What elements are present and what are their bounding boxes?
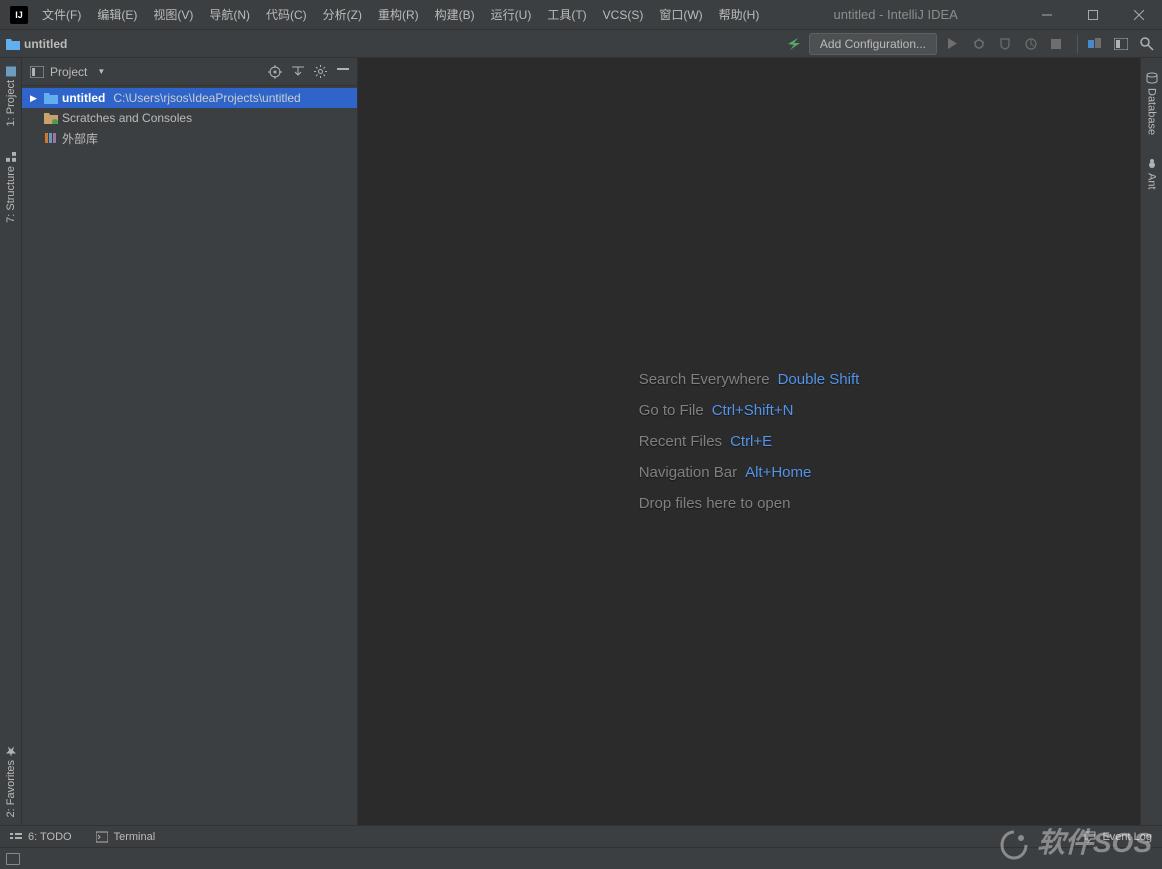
hint-recent-files: Recent FilesCtrl+E (639, 433, 860, 450)
status-bar (0, 847, 1162, 869)
app-icon: IJ (10, 6, 28, 24)
coverage-icon[interactable] (999, 38, 1015, 50)
ide-settings-icon[interactable] (1114, 38, 1130, 50)
menu-bar: 文件(F) 编辑(E) 视图(V) 导航(N) 代码(C) 分析(Z) 重构(R… (34, 0, 767, 30)
chevron-down-icon: ▼ (97, 67, 105, 76)
menu-build[interactable]: 构建(B) (427, 0, 483, 30)
right-tool-strip: Database Ant (1140, 58, 1162, 825)
collapse-all-icon[interactable] (292, 65, 304, 79)
separator (1077, 35, 1078, 53)
search-icon[interactable] (1140, 37, 1156, 51)
database-icon (1146, 72, 1158, 84)
tree-root[interactable]: ▶ untitled C:\Users\rjsos\IdeaProjects\u… (22, 88, 357, 108)
menu-run[interactable]: 运行(U) (483, 0, 540, 30)
project-tree: ▶ untitled C:\Users\rjsos\IdeaProjects\u… (22, 86, 357, 150)
tree-external-label: 外部库 (62, 130, 98, 147)
hint-search-everywhere: Search EverywhereDouble Shift (639, 371, 860, 388)
folder-icon (6, 38, 20, 50)
tab-ant[interactable]: Ant (1144, 151, 1160, 196)
star-icon (6, 746, 16, 756)
hint-goto-file: Go to FileCtrl+Shift+N (639, 402, 860, 419)
terminal-icon (96, 831, 108, 843)
scratches-icon (44, 112, 58, 124)
run-icon[interactable] (947, 38, 963, 49)
tree-root-name: untitled (62, 91, 105, 105)
tab-todo[interactable]: 6: TODO (10, 831, 72, 843)
project-structure-icon[interactable] (1088, 38, 1104, 50)
menu-navigate[interactable]: 导航(N) (201, 0, 258, 30)
tab-structure[interactable]: 7: Structure (3, 144, 19, 231)
tab-event-log[interactable]: Event Log (1084, 831, 1152, 843)
project-panel-header: Project ▼ (22, 58, 357, 86)
menu-vcs[interactable]: VCS(S) (595, 0, 652, 30)
editor-empty-area[interactable]: Search EverywhereDouble Shift Go to File… (358, 58, 1140, 825)
debug-icon[interactable] (973, 38, 989, 50)
hint-drop-files: Drop files here to open (639, 495, 860, 512)
breadcrumb[interactable]: untitled (6, 37, 67, 51)
menu-code[interactable]: 代码(C) (258, 0, 315, 30)
menu-refactor[interactable]: 重构(R) (370, 0, 427, 30)
tree-scratches-label: Scratches and Consoles (62, 111, 192, 125)
breadcrumb-project: untitled (24, 37, 67, 51)
hint-nav-bar: Navigation BarAlt+Home (639, 464, 860, 481)
menu-edit[interactable]: 编辑(E) (89, 0, 145, 30)
tab-favorites[interactable]: 2: Favorites (3, 738, 19, 825)
left-tool-strip: 1: Project 7: Structure 2: Favorites (0, 58, 22, 825)
maximize-button[interactable] (1070, 0, 1116, 30)
structure-tab-icon (6, 152, 16, 162)
navigation-bar: untitled Add Configuration... (0, 30, 1162, 58)
build-icon[interactable] (787, 37, 801, 51)
bottom-tool-bar: 6: TODO Terminal Event Log (0, 825, 1162, 847)
project-tool-window: Project ▼ ▶ untitled C:\Users\rjsos\Idea… (22, 58, 358, 825)
event-log-icon (1084, 831, 1096, 843)
ant-icon (1146, 157, 1158, 169)
project-tab-icon (6, 66, 16, 76)
stop-icon[interactable] (1051, 39, 1067, 49)
minimize-button[interactable] (1024, 0, 1070, 30)
project-view-selector[interactable]: Project ▼ (30, 65, 268, 79)
module-folder-icon (44, 92, 58, 104)
tool-window-toggle-icon[interactable] (6, 853, 20, 865)
menu-help[interactable]: 帮助(H) (711, 0, 768, 30)
gear-icon[interactable] (314, 65, 327, 79)
view-icon (30, 66, 44, 78)
menu-window[interactable]: 窗口(W) (651, 0, 710, 30)
locate-icon[interactable] (268, 65, 282, 79)
tree-scratches[interactable]: Scratches and Consoles (22, 108, 357, 128)
profile-icon[interactable] (1025, 38, 1041, 50)
todo-icon (10, 831, 22, 843)
title-bar: IJ 文件(F) 编辑(E) 视图(V) 导航(N) 代码(C) 分析(Z) 重… (0, 0, 1162, 30)
run-configuration-button[interactable]: Add Configuration... (809, 33, 937, 55)
window-title: untitled - IntelliJ IDEA (767, 7, 1024, 22)
tree-root-path: C:\Users\rjsos\IdeaProjects\untitled (113, 91, 300, 105)
hide-panel-icon[interactable] (337, 65, 349, 79)
tab-project[interactable]: 1: Project (3, 58, 19, 134)
tree-external-libs[interactable]: 外部库 (22, 128, 357, 148)
expand-arrow-icon[interactable]: ▶ (30, 93, 40, 104)
menu-view[interactable]: 视图(V) (145, 0, 201, 30)
menu-analyze[interactable]: 分析(Z) (315, 0, 370, 30)
menu-file[interactable]: 文件(F) (34, 0, 89, 30)
library-icon (44, 132, 58, 144)
tab-database[interactable]: Database (1144, 66, 1160, 141)
editor-hints: Search EverywhereDouble Shift Go to File… (639, 357, 860, 526)
close-button[interactable] (1116, 0, 1162, 30)
tab-terminal[interactable]: Terminal (96, 831, 156, 843)
menu-tools[interactable]: 工具(T) (539, 0, 594, 30)
